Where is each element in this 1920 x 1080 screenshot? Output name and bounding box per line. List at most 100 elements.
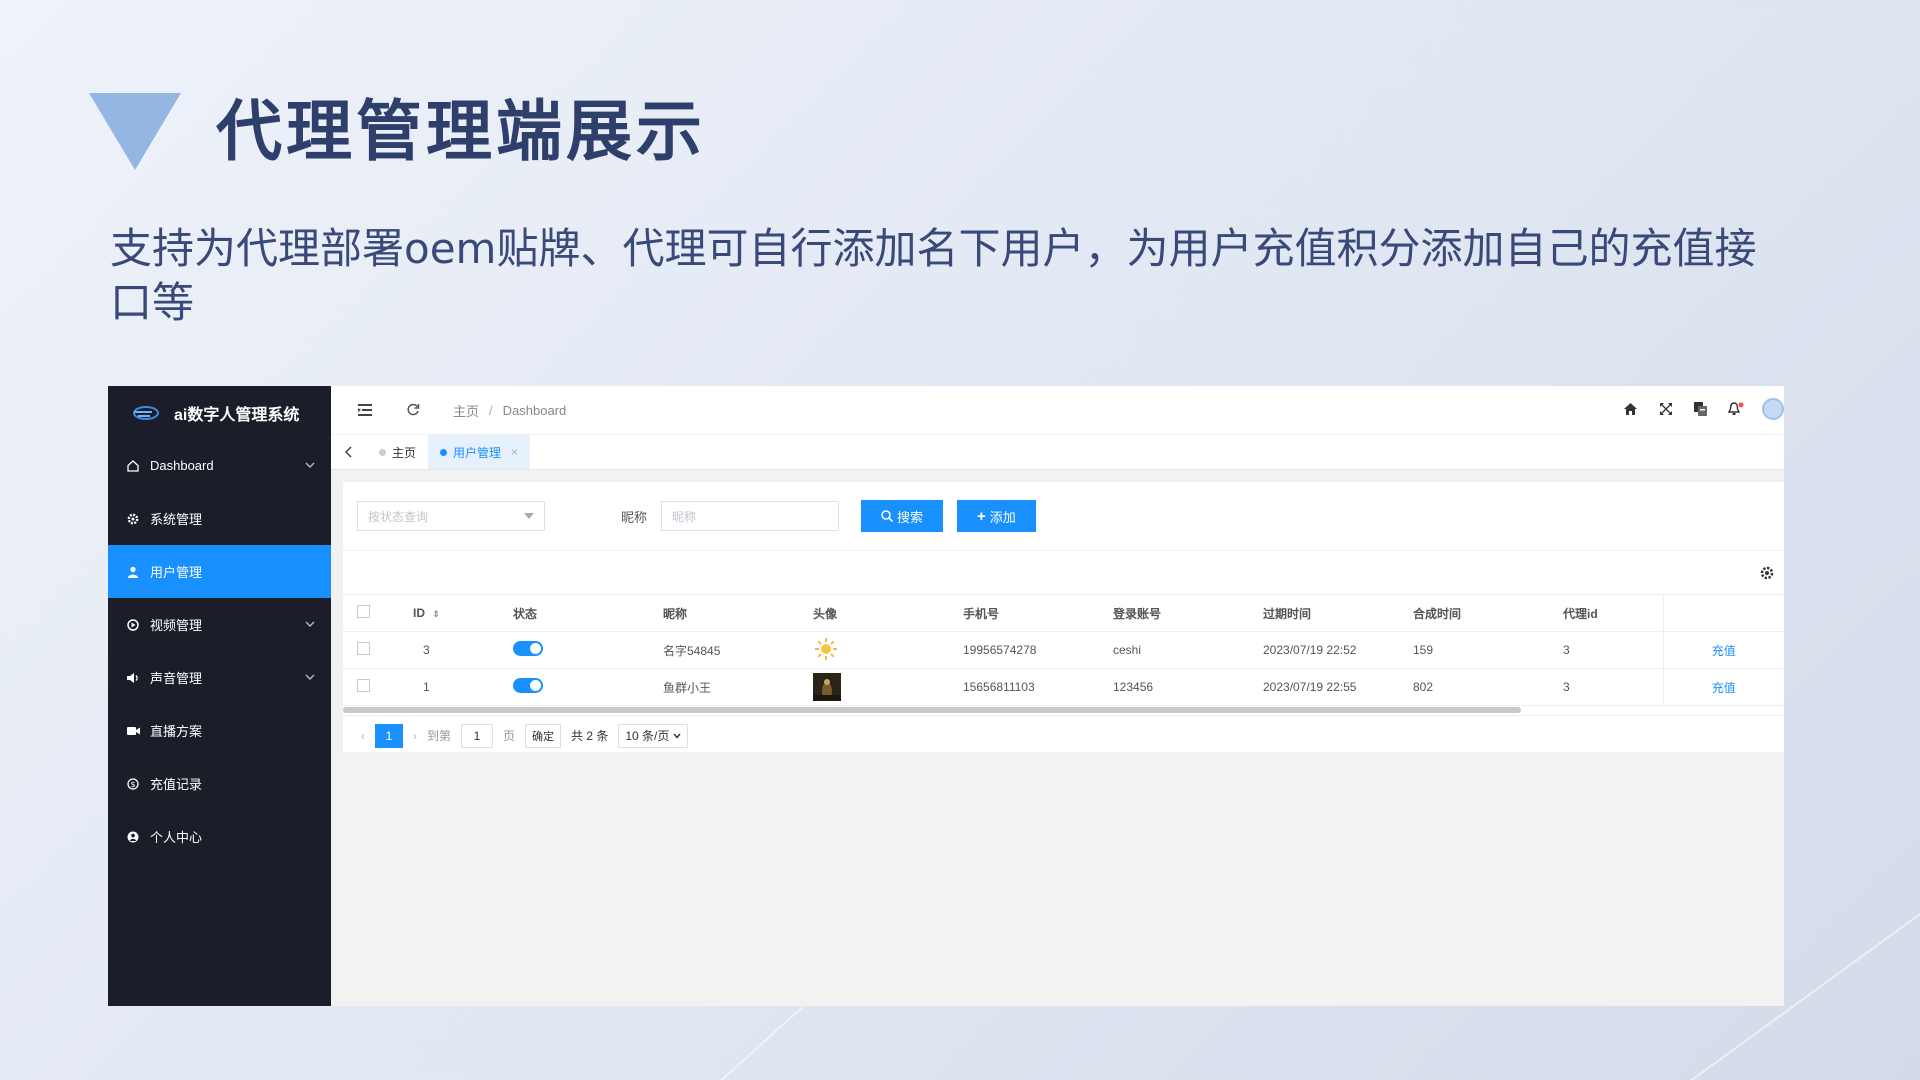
speaker-icon xyxy=(126,671,140,685)
refresh-icon[interactable] xyxy=(405,402,421,418)
horizontal-scrollbar[interactable] xyxy=(343,707,1521,713)
fullscreen-icon[interactable] xyxy=(1657,401,1674,418)
user-table: ID ⇕ 状态 昵称 头像 手机号 登录账号 过期时间 合成时间 代理id 3 … xyxy=(343,594,1784,706)
tab-status-dot xyxy=(379,448,386,456)
avatar-image xyxy=(813,636,841,664)
cell-synth-time: 159 xyxy=(1413,631,1563,669)
row-checkbox[interactable] xyxy=(357,679,370,692)
tab-list: 主页 用户管理 × xyxy=(367,435,531,469)
sidebar-item-label: 个人中心 xyxy=(150,830,203,845)
user-avatar[interactable] xyxy=(1762,398,1784,420)
plus-icon: + xyxy=(977,507,986,525)
video-camera-icon xyxy=(126,724,140,738)
table-header-row: ID ⇕ 状态 昵称 头像 手机号 登录账号 过期时间 合成时间 代理id xyxy=(343,594,1784,632)
cell-agent-id: 3 xyxy=(1563,631,1663,669)
tabs-bar: 主页 用户管理 × xyxy=(331,434,1784,470)
add-button[interactable]: + 添加 xyxy=(957,500,1036,532)
cell-phone: 15656811103 xyxy=(963,668,1113,706)
column-header-status: 状态 xyxy=(513,594,663,632)
table-row[interactable]: 3 名字54845 19956574278 ceshi 2023/07/19 22:52… xyxy=(343,631,1784,669)
search-button[interactable]: 搜索 xyxy=(861,500,944,532)
sidebar-item[interactable]: 声音管理 xyxy=(108,651,331,704)
status-toggle[interactable] xyxy=(513,678,543,693)
column-header-nickname: 昵称 xyxy=(663,594,813,632)
header-checkbox-cell xyxy=(343,594,413,632)
goto-page-input[interactable]: 1 xyxy=(461,723,494,748)
recharge-link[interactable]: 充值 xyxy=(1712,681,1736,695)
tab-label: 主页 xyxy=(392,445,417,460)
total-count: 共 2 条 xyxy=(571,729,609,743)
nickname-label: 昵称 xyxy=(621,509,648,525)
table-body: 3 名字54845 19956574278 ceshi 2023/07/19 22:52… xyxy=(343,631,1784,706)
top-navbar: 主页 / Dashboard xyxy=(331,386,1784,434)
tab-close-icon[interactable]: × xyxy=(511,445,518,459)
goto-confirm-button[interactable]: 确定 xyxy=(525,723,562,748)
checkbox-cell xyxy=(343,668,413,706)
sidebar-item[interactable]: 直播方案 xyxy=(108,704,331,757)
sidebar-item[interactable]: 个人中心 xyxy=(108,810,331,863)
add-button-label: 添加 xyxy=(989,509,1016,525)
page-number-current[interactable]: 1 xyxy=(375,723,403,748)
sidebar-item-label: 充值记录 xyxy=(150,777,203,792)
select-all-checkbox[interactable] xyxy=(357,605,370,618)
column-header-id-label: ID xyxy=(413,606,425,620)
sidebar-item[interactable]: Dashboard xyxy=(108,439,331,492)
column-header-id[interactable]: ID ⇕ xyxy=(413,594,513,632)
cell-status xyxy=(513,631,663,669)
play-icon xyxy=(126,618,140,632)
chevron-down-icon xyxy=(673,733,681,739)
background-decoration xyxy=(720,1006,804,1080)
bell-icon[interactable] xyxy=(1727,401,1744,418)
tab[interactable]: 用户管理 × xyxy=(428,435,531,469)
sidebar-menu: Dashboard 系统管理 用户管理视频管理声音管理直播方案 $ 充值记录个人中心 xyxy=(108,439,331,863)
recharge-link[interactable]: 充值 xyxy=(1712,644,1736,658)
row-checkbox[interactable] xyxy=(357,642,370,655)
sidebar-item[interactable]: 用户管理 xyxy=(108,545,331,598)
page-size-select[interactable]: 10 条/页 xyxy=(618,723,689,748)
sidebar-item-label: 视频管理 xyxy=(150,618,203,633)
home-icon[interactable] xyxy=(1622,401,1639,418)
filter-row: 按状态查询 昵称 昵称 搜索 + 添加 xyxy=(343,482,1784,550)
cell-status xyxy=(513,668,663,706)
logo-icon xyxy=(133,405,159,420)
next-page-icon[interactable]: › xyxy=(413,729,417,743)
status-select[interactable]: 按状态查询 xyxy=(357,501,545,531)
column-header-actions xyxy=(1662,594,1784,632)
sidebar-item[interactable]: $ 充值记录 xyxy=(108,757,331,810)
prev-page-icon[interactable]: ‹ xyxy=(361,729,365,743)
home-icon xyxy=(126,459,140,473)
cell-id: 1 xyxy=(413,668,513,706)
sidebar-item-label: 声音管理 xyxy=(150,671,203,686)
sidebar-item[interactable]: 系统管理 xyxy=(108,492,331,545)
breadcrumb-home[interactable]: 主页 xyxy=(453,401,479,420)
sidebar-item-label: Dashboard xyxy=(150,458,214,473)
actions-cell: 充值 xyxy=(1662,631,1784,669)
svg-text:$: $ xyxy=(130,780,135,789)
goto-label: 到第 xyxy=(427,729,452,743)
chevron-left-icon[interactable] xyxy=(331,435,367,469)
nickname-input[interactable]: 昵称 xyxy=(661,501,840,531)
brand-name: ai数字人管理系统 xyxy=(174,406,300,424)
cell-agent-id: 3 xyxy=(1563,668,1663,706)
sidebar-item[interactable]: 视频管理 xyxy=(108,598,331,651)
table-row[interactable]: 1 鱼群小王 15656811103 123456 2023/07/19 22:55 80… xyxy=(343,668,1784,706)
settings-gear-icon[interactable] xyxy=(1760,566,1774,580)
column-header-synth-time: 合成时间 xyxy=(1413,594,1563,632)
chevron-down-icon xyxy=(305,669,317,681)
status-toggle[interactable] xyxy=(513,641,543,656)
sidebar: ai数字人管理系统 Dashboard 系统管理 用户管理视频管理声音管理直播方案 $… xyxy=(108,386,331,1006)
cell-account: ceshi xyxy=(1113,631,1263,669)
column-header-expire: 过期时间 xyxy=(1263,594,1413,632)
cell-expire: 2023/07/19 22:55 xyxy=(1263,668,1413,706)
column-header-account: 登录账号 xyxy=(1113,594,1263,632)
sidebar-item-label: 直播方案 xyxy=(150,724,203,739)
brand[interactable]: ai数字人管理系统 xyxy=(108,386,331,439)
cell-avatar xyxy=(813,631,963,669)
sort-icon[interactable]: ⇕ xyxy=(432,609,440,619)
tab[interactable]: 主页 xyxy=(367,435,428,469)
cell-nickname: 鱼群小王 xyxy=(663,668,813,706)
menu-collapse-icon[interactable] xyxy=(357,402,373,418)
translate-icon[interactable] xyxy=(1692,401,1709,418)
user-management-panel: 按状态查询 昵称 昵称 搜索 + 添加 ID ⇕ 状态 昵称 头像 手机号 登录… xyxy=(343,482,1784,752)
search-icon xyxy=(881,510,894,522)
